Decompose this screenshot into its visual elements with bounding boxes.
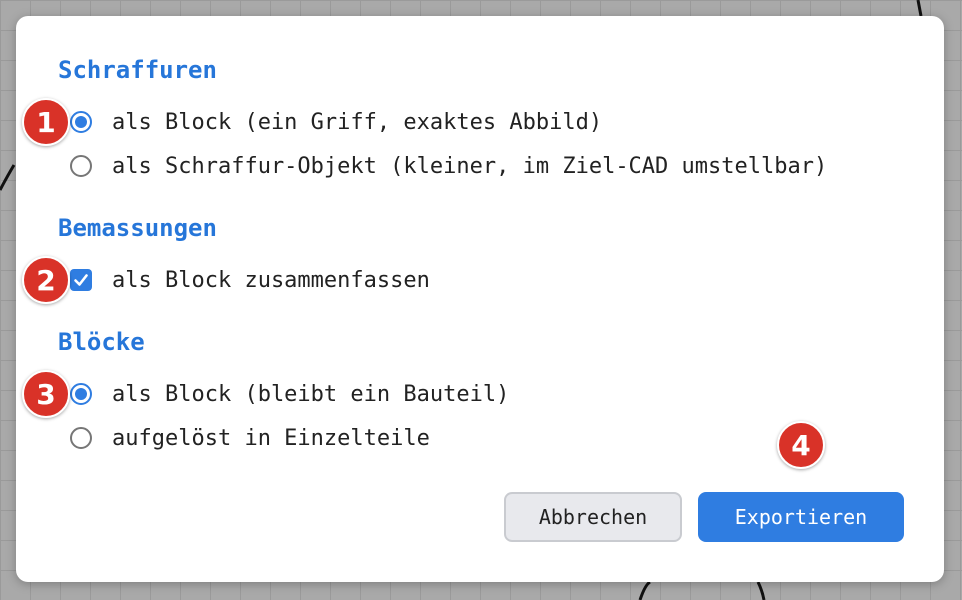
- option-label: als Block zusammenfassen: [112, 267, 430, 293]
- radio-button[interactable]: [70, 427, 92, 449]
- radio-button-selected[interactable]: [70, 111, 92, 133]
- option-label: als Schraffur-Objekt (kleiner, im Ziel-C…: [112, 153, 828, 179]
- step-badge-4: 4: [777, 421, 825, 469]
- section-title-bloecke: Blöcke: [58, 328, 145, 356]
- export-button[interactable]: Exportieren: [698, 492, 904, 542]
- step-badge-3: 3: [22, 370, 70, 418]
- option-label: aufgelöst in Einzelteile: [112, 425, 430, 451]
- option-label: als Block (bleibt ein Bauteil): [112, 381, 510, 407]
- radio-button-selected[interactable]: [70, 383, 92, 405]
- option-blocks-explode[interactable]: aufgelöst in Einzelteile: [70, 423, 430, 453]
- export-options-dialog: Schraffuren als Block (ein Griff, exakte…: [16, 16, 944, 582]
- step-badge-1: 1: [22, 98, 70, 146]
- option-blocks-keep[interactable]: als Block (bleibt ein Bauteil): [70, 379, 509, 409]
- option-dimensions-as-block[interactable]: als Block zusammenfassen: [70, 265, 430, 295]
- checkmark-icon: [74, 274, 88, 286]
- option-hatch-as-block[interactable]: als Block (ein Griff, exaktes Abbild): [70, 107, 602, 137]
- option-hatch-as-object[interactable]: als Schraffur-Objekt (kleiner, im Ziel-C…: [70, 151, 827, 181]
- cancel-button[interactable]: Abbrechen: [504, 492, 682, 542]
- section-title-schraffuren: Schraffuren: [58, 56, 217, 84]
- option-label: als Block (ein Griff, exaktes Abbild): [112, 109, 603, 135]
- radio-button[interactable]: [70, 155, 92, 177]
- section-title-bemassungen: Bemassungen: [58, 214, 217, 242]
- checkbox-checked[interactable]: [70, 269, 92, 291]
- step-badge-2: 2: [22, 256, 70, 304]
